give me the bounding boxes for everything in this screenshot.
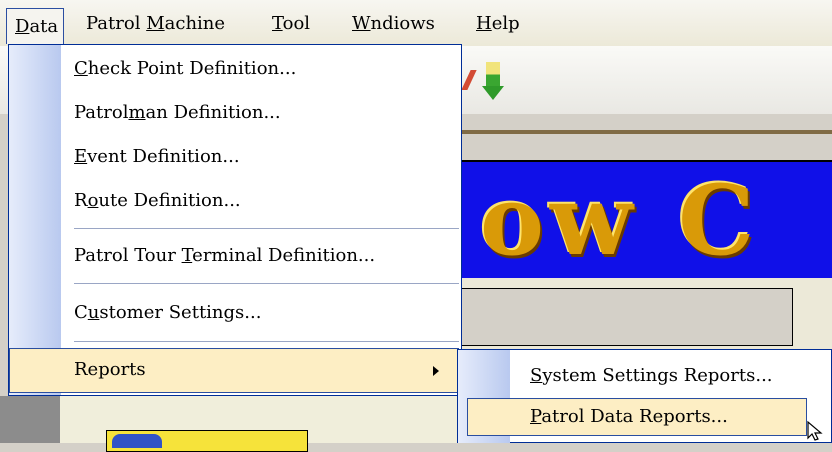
menu-item-reports[interactable]: Reports (74, 352, 146, 388)
menu-item-event[interactable]: Event Definition... (74, 139, 240, 175)
menu-patrol-machine-label: Patrol Machine (86, 13, 226, 34)
download-arrow-head-icon (482, 86, 504, 100)
menu-separator (74, 283, 459, 284)
menu-separator (74, 341, 459, 342)
banner-text: ow C (480, 164, 761, 277)
menu-item-terminal[interactable]: Patrol Tour Terminal Definition... (74, 238, 375, 274)
menu-data-rest: ata (29, 16, 59, 37)
submenu-arrow-icon (433, 366, 439, 376)
submenu-item-system-settings-reports[interactable]: System Settings Reports... (530, 358, 773, 394)
menu-item-check-point[interactable]: Check Point Definition... (74, 51, 296, 87)
menu-item-customer-settings[interactable]: Customer Settings... (74, 295, 261, 331)
menu-patrol-machine[interactable]: Patrol Machine (86, 10, 225, 38)
menu-windows[interactable]: Wndiows (352, 10, 435, 38)
side-strip (0, 396, 60, 443)
shortcut-icon (112, 434, 162, 448)
window-border (462, 130, 832, 134)
content-frame (462, 288, 793, 346)
menu-tool-label: Tool (272, 13, 311, 34)
menu-windows-label: Wndiows (352, 13, 435, 34)
menu-item-patrolman[interactable]: Patrolman Definition... (74, 95, 281, 131)
menu-help[interactable]: Help (476, 10, 520, 38)
menu-tool[interactable]: Tool (272, 10, 310, 38)
menu-icon-gutter (9, 45, 61, 395)
menu-data[interactable]: Data (6, 8, 64, 44)
menu-help-label: Help (476, 13, 520, 34)
menu-separator (74, 228, 459, 229)
submenu-item-patrol-data-reports[interactable]: Patrol Data Reports... (530, 399, 728, 435)
mouse-cursor-icon (807, 420, 823, 441)
menu-item-route[interactable]: Route Definition... (74, 183, 241, 219)
